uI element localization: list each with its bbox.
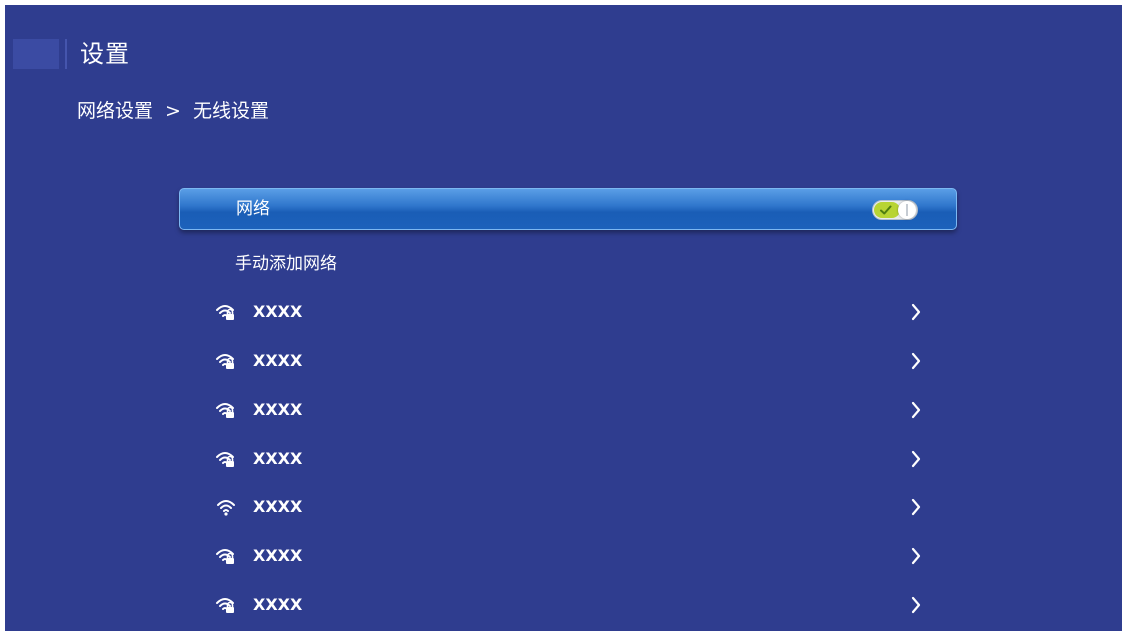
- breadcrumb-separator: >: [165, 100, 181, 122]
- settings-screen: 设置 网络设置 > 无线设置 网络 手动添加网络 XXXX XXXX XXXX …: [5, 5, 1122, 631]
- wifi-network-row[interactable]: XXXX: [215, 444, 925, 474]
- title-divider: [65, 39, 67, 69]
- wifi-lock-icon: [216, 354, 234, 369]
- page-title: 设置: [80, 40, 130, 68]
- network-toggle-switch[interactable]: [872, 200, 918, 220]
- wifi-ssid: XXXX: [253, 497, 303, 516]
- chevron-right-icon: [911, 450, 921, 468]
- wifi-lock-icon: [216, 549, 234, 564]
- chevron-right-icon: [911, 352, 921, 370]
- breadcrumb: 网络设置 > 无线设置: [77, 97, 269, 125]
- chevron-right-icon: [911, 401, 921, 419]
- wifi-ssid: XXXX: [253, 449, 303, 468]
- breadcrumb-parent[interactable]: 网络设置: [77, 100, 153, 122]
- network-toggle-label: 网络: [236, 199, 270, 219]
- header: 设置: [5, 5, 1122, 105]
- chevron-right-icon: [911, 303, 921, 321]
- wifi-ssid: XXXX: [253, 546, 303, 565]
- network-toggle-row[interactable]: 网络: [179, 188, 957, 230]
- check-icon: [880, 205, 892, 215]
- chevron-right-icon: [911, 498, 921, 516]
- wifi-ssid: XXXX: [253, 595, 303, 614]
- toggle-knob: [898, 201, 916, 219]
- wifi-lock-icon: [216, 452, 234, 467]
- manual-add-network[interactable]: 手动添加网络: [235, 251, 337, 277]
- wifi-network-row[interactable]: XXXX: [215, 395, 925, 425]
- wifi-lock-icon: [216, 403, 234, 418]
- wifi-ssid: XXXX: [253, 351, 303, 370]
- wifi-network-row[interactable]: XXXX: [215, 590, 925, 620]
- wifi-network-row[interactable]: XXXX: [215, 541, 925, 571]
- wifi-network-row[interactable]: XXXX: [215, 297, 925, 327]
- breadcrumb-current: 无线设置: [192, 100, 269, 122]
- wifi-ssid: XXXX: [253, 302, 303, 321]
- wifi-lock-icon: [216, 305, 234, 320]
- chevron-right-icon: [911, 596, 921, 614]
- wifi-network-row[interactable]: XXXX: [215, 492, 925, 522]
- logo-placeholder: [13, 39, 59, 69]
- wifi-lock-icon: [216, 598, 234, 613]
- wifi-icon: [217, 500, 235, 516]
- wifi-ssid: XXXX: [253, 400, 303, 419]
- chevron-right-icon: [911, 547, 921, 565]
- wifi-network-row[interactable]: XXXX: [215, 346, 925, 376]
